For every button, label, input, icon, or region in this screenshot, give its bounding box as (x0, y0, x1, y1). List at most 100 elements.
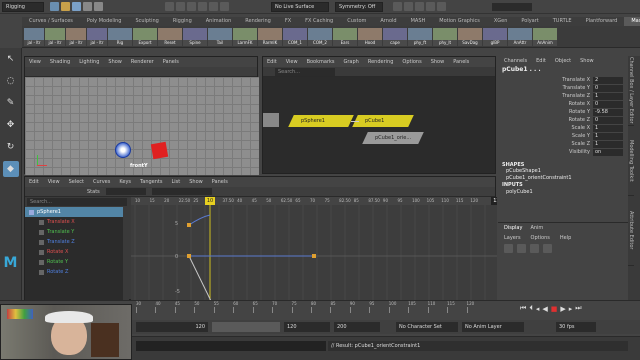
mask-icon[interactable] (198, 2, 207, 11)
shelf-tab-plantforward[interactable]: Plantforward (579, 17, 625, 26)
range-start-field[interactable]: 120 (136, 322, 208, 332)
shelf-tab-custom[interactable]: Custom (340, 17, 373, 26)
channel-row[interactable]: Scale Y1 (498, 132, 628, 140)
ge-menu-select[interactable]: Select (69, 179, 84, 185)
shelf-tab-polyart[interactable]: Polyart (514, 17, 545, 26)
shelf-button[interactable]: COM_1 (283, 27, 307, 46)
side-tab-channel-box[interactable]: Channel Box / Layer Editor (628, 56, 634, 126)
channel-value[interactable]: on (593, 148, 623, 156)
new-layer-selected-icon[interactable] (543, 243, 552, 253)
shelf-button[interactable]: SavDag (458, 27, 482, 46)
quick-field[interactable] (492, 2, 532, 11)
mask-icon[interactable] (165, 2, 174, 11)
shelf-tab-animation[interactable]: Animation (199, 17, 239, 26)
outliner-item[interactable]: Translate Z (25, 237, 129, 247)
shelf-tab-turtle[interactable]: TURTLE (546, 17, 579, 26)
ge-menu-show[interactable]: Show (189, 179, 203, 185)
outliner-item[interactable]: Rotate Y (25, 257, 129, 267)
node-pcube1[interactable]: pCube1 (352, 115, 414, 127)
menuset-dropdown[interactable]: Rigging (2, 1, 44, 12)
rotate-tool-icon[interactable]: ↻ (2, 139, 19, 155)
shelf-tab-rigging[interactable]: Rigging (166, 17, 199, 26)
shelf-button[interactable]: Ears (333, 27, 357, 46)
mask-icon[interactable] (220, 2, 229, 11)
hypershade-icon[interactable] (426, 2, 435, 11)
shelf-button[interactable]: jal - ltr (66, 27, 86, 46)
ge-menu-curves[interactable]: Curves (93, 179, 110, 185)
layer-up-icon[interactable] (504, 243, 513, 253)
side-tab-attribute-editor[interactable]: Attribute Editor (628, 196, 634, 266)
shelf-button[interactable]: Tail (208, 27, 232, 46)
shelf-tab-masterrig[interactable]: MasterRig (624, 17, 640, 26)
anim-end-field[interactable]: 200 (334, 322, 380, 332)
viewport-menu-panels[interactable]: Panels (163, 59, 179, 65)
channel-value[interactable]: 1 (593, 132, 623, 140)
new-layer-icon[interactable] (530, 243, 539, 253)
node-menu-view[interactable]: View (286, 59, 298, 65)
layer-down-icon[interactable] (517, 243, 526, 253)
render-setup-icon[interactable] (437, 2, 446, 11)
live-surface-dropdown[interactable]: No Live Surface (271, 1, 329, 12)
viewport-menu-renderer[interactable]: Renderer (131, 59, 154, 65)
symmetry-dropdown[interactable]: Symmetry: Off (335, 1, 383, 12)
shelf-button[interactable]: glBP (483, 27, 507, 46)
layer-menu-layers[interactable]: Layers (504, 235, 521, 241)
play-back-icon[interactable]: ◀ (542, 305, 547, 313)
select-tool-icon[interactable]: ↖ (2, 51, 19, 67)
channel-row[interactable]: Translate X2 (498, 76, 628, 84)
step-back-key-icon[interactable]: ⏴ (529, 304, 533, 313)
graph-search-input[interactable]: Search... (27, 198, 127, 206)
ipr-icon[interactable] (404, 2, 413, 11)
node-menu-rendering[interactable]: Rendering (368, 59, 394, 65)
sphere-object[interactable] (115, 142, 131, 158)
new-scene-icon[interactable] (50, 2, 59, 11)
shelf-button[interactable]: Spine (183, 27, 207, 46)
channel-row[interactable]: Scale Z1 (498, 140, 628, 148)
shape-item[interactable]: pCube1_orientConstraint1 (498, 175, 628, 182)
viewport-menu-view[interactable]: View (29, 59, 41, 65)
ge-menu-view[interactable]: View (48, 179, 60, 185)
shape-item[interactable]: pCubeShape1 (498, 168, 628, 175)
layer-menu-options[interactable]: Options (531, 235, 550, 241)
outliner-item[interactable]: Translate Y (25, 227, 129, 237)
channel-value[interactable]: 1 (593, 124, 623, 132)
shelf-button[interactable]: Rig (108, 27, 132, 46)
cube-object[interactable] (150, 141, 169, 160)
save-scene-icon[interactable] (72, 2, 81, 11)
open-scene-icon[interactable] (61, 2, 70, 11)
move-tool-icon[interactable]: ✥ (2, 117, 19, 133)
channel-row[interactable]: Scale X1 (498, 124, 628, 132)
ge-menu-edit[interactable]: Edit (29, 179, 39, 185)
channel-row[interactable]: Rotate X0 (498, 100, 628, 108)
shelf-button[interactable]: AnAnim (533, 27, 557, 46)
shelf-button[interactable]: cape (383, 27, 407, 46)
step-forward-icon[interactable]: ▸ (569, 305, 573, 313)
channel-row[interactable]: Translate Z1 (498, 92, 628, 100)
shelf-button[interactable]: Reset (158, 27, 182, 46)
channel-value[interactable]: 1 (593, 92, 623, 100)
ge-menu-tangents[interactable]: Tangents (140, 179, 162, 185)
channel-value[interactable]: 1 (593, 140, 623, 148)
shelf-button[interactable]: jal - ltr (24, 27, 44, 46)
shelf-tab-motion-graphics[interactable]: Motion Graphics (432, 17, 487, 26)
go-end-icon[interactable]: ⏭ (575, 304, 581, 313)
go-start-icon[interactable]: ⏮ (520, 304, 526, 313)
input-item[interactable]: polyCube1 (498, 189, 628, 196)
channel-row[interactable]: Translate Y0 (498, 84, 628, 92)
shelf-button[interactable]: jal - ltr (45, 27, 65, 46)
channel-row[interactable]: Rotate Z0 (498, 116, 628, 124)
shelf-tab-xgen[interactable]: XGen (487, 17, 515, 26)
node-psphere1[interactable]: pSphere1 (288, 115, 354, 127)
ge-menu-list[interactable]: List (171, 179, 180, 185)
redo-icon[interactable] (94, 2, 103, 11)
shelf-tab-mash[interactable]: MASH (404, 17, 433, 26)
viewport-menu-show[interactable]: Show (108, 59, 122, 65)
range-end-field[interactable]: 120 (284, 322, 330, 332)
scale-tool-icon[interactable]: ◆ (2, 161, 19, 177)
character-set-dropdown[interactable]: No Character Set (396, 322, 458, 332)
shelf-tab-rendering[interactable]: Rendering (238, 17, 278, 26)
channel-row[interactable]: Rotate Y -9.58 (498, 108, 628, 116)
stats-field[interactable] (105, 188, 146, 195)
shelf-button[interactable]: Export (133, 27, 157, 46)
shelf-button[interactable]: AnAttr (508, 27, 532, 46)
